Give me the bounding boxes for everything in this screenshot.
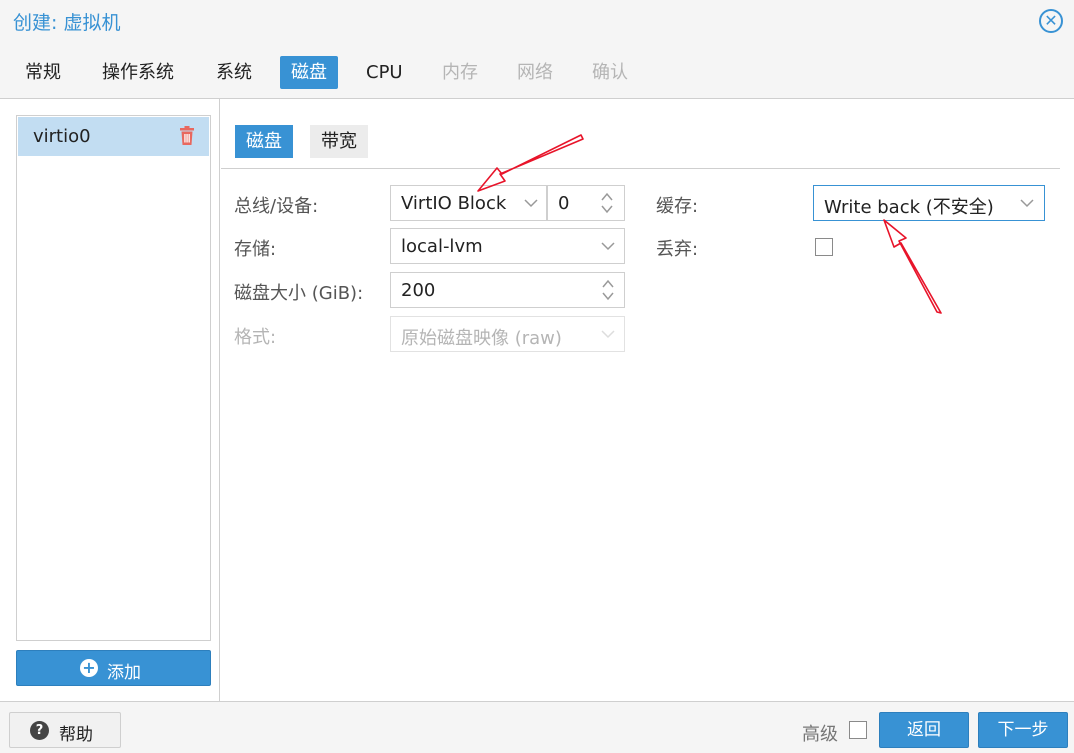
cache-select-value: Write back (不安全) <box>824 197 994 218</box>
help-button[interactable]: ? 帮助 <box>9 712 121 748</box>
help-label: 帮助 <box>59 725 93 745</box>
disk-size-value: 200 <box>401 280 436 301</box>
bus-select-value: VirtIO Block <box>401 193 507 214</box>
chevron-down-icon <box>601 330 615 339</box>
subtab-divider <box>221 168 1060 169</box>
question-icon: ? <box>30 721 49 740</box>
dialog-header: 创建: 虚拟机 ✕ 常规 操作系统 系统 磁盘 CPU 内存 网络 确认 <box>0 0 1074 99</box>
format-select-value: 原始磁盘映像 (raw) <box>401 328 562 349</box>
chevron-down-icon <box>1020 199 1034 208</box>
discard-checkbox[interactable] <box>815 238 833 256</box>
add-disk-button[interactable]: + 添加 <box>16 650 211 686</box>
storage-select-value: local-lvm <box>401 236 483 257</box>
subtab-bandwidth[interactable]: 带宽 <box>310 125 368 158</box>
spinner-arrows-icon[interactable] <box>601 278 615 302</box>
subtab-disk[interactable]: 磁盘 <box>235 125 293 158</box>
dialog-title: 创建: 虚拟机 <box>13 12 121 34</box>
advanced-checkbox[interactable] <box>849 721 867 739</box>
storage-select[interactable]: local-lvm <box>390 228 625 264</box>
tab-disk[interactable]: 磁盘 <box>280 56 338 89</box>
close-icon[interactable]: ✕ <box>1039 9 1063 33</box>
tab-cpu[interactable]: CPU <box>355 56 414 89</box>
plus-icon: + <box>80 659 98 677</box>
tab-network: 网络 <box>517 62 553 83</box>
next-button[interactable]: 下一步 <box>978 712 1068 748</box>
format-select: 原始磁盘映像 (raw) <box>390 316 625 352</box>
disk-size-spinner[interactable]: 200 <box>390 272 625 308</box>
disk-item-label: virtio0 <box>33 126 91 147</box>
spinner-arrows-icon[interactable] <box>600 191 614 215</box>
storage-label: 存储: <box>234 239 277 260</box>
cache-label: 缓存: <box>656 196 699 217</box>
trash-icon[interactable] <box>178 126 196 146</box>
chevron-down-icon <box>524 199 538 208</box>
disk-list-item[interactable]: virtio0 <box>18 117 209 156</box>
disk-size-label: 磁盘大小 (GiB): <box>234 283 364 304</box>
tab-os[interactable]: 操作系统 <box>91 56 185 89</box>
back-button[interactable]: 返回 <box>879 712 969 748</box>
cache-select[interactable]: Write back (不安全) <box>813 185 1045 221</box>
format-label: 格式: <box>234 327 277 348</box>
dialog-footer: ? 帮助 高级 返回 下一步 <box>0 701 1074 753</box>
tab-system[interactable]: 系统 <box>205 56 263 89</box>
disk-list: virtio0 <box>16 115 211 641</box>
discard-label: 丢弃: <box>656 239 699 260</box>
tab-memory: 内存 <box>442 62 478 83</box>
device-index-value: 0 <box>558 193 570 214</box>
add-disk-label: 添加 <box>107 663 141 683</box>
device-index-spinner[interactable]: 0 <box>547 185 625 221</box>
advanced-label: 高级 <box>802 724 838 745</box>
chevron-down-icon <box>601 242 615 251</box>
tab-confirm: 确认 <box>592 62 628 83</box>
bus-device-label: 总线/设备: <box>234 196 319 217</box>
tab-general[interactable]: 常规 <box>14 56 72 89</box>
bus-select[interactable]: VirtIO Block <box>390 185 547 221</box>
